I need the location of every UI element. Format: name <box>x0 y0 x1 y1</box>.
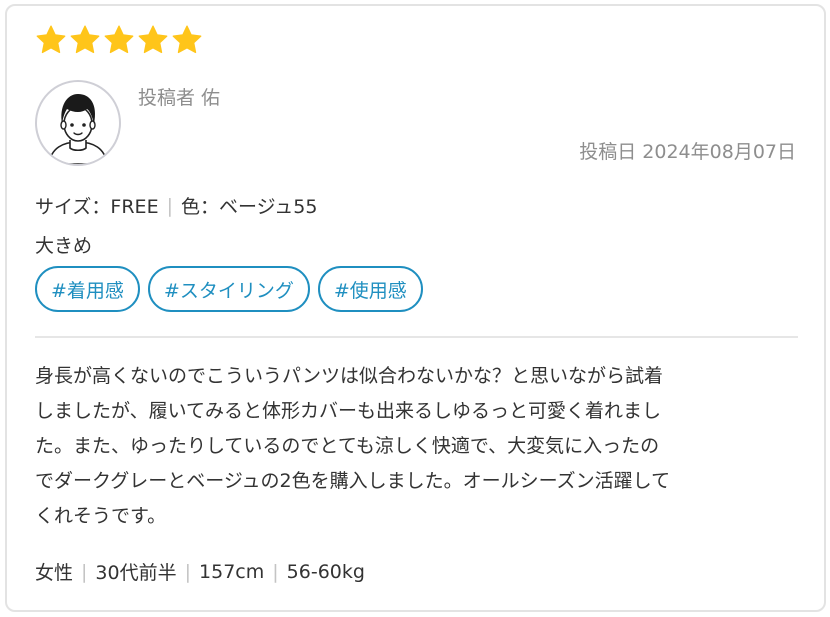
profile-gender: 女性 <box>35 562 74 584</box>
purchase-attributes: サイズ：FREE | 色：ベージュ55 <box>35 192 317 219</box>
profile-weight: 56-60kg <box>286 560 365 583</box>
review-body-line: 身長が高くないのでこういうパンツは似合わないかな？と思いながら試着 <box>35 365 663 387</box>
review-body-line: でダークグレーとベージュの2色を購入しました。オールシーズン活躍して <box>35 470 671 492</box>
separator: | <box>166 194 173 217</box>
review-body-line: くれそうです。 <box>35 505 167 527</box>
star-icon <box>104 25 134 54</box>
reviewer-avatar <box>35 80 121 166</box>
tag-chip[interactable]: #使用感 <box>317 266 423 312</box>
star-icon <box>138 25 168 54</box>
separator: | <box>272 560 279 583</box>
tag-chip[interactable]: #スタイリング <box>147 266 310 312</box>
profile-height: 157cm <box>199 560 265 583</box>
review-body-line: た。また、ゆったりしているのでとても涼しく快適で、大変気に入ったの <box>35 435 660 457</box>
separator: | <box>81 560 88 583</box>
star-icon <box>70 25 100 54</box>
tag-list: #着用感 #スタイリング #使用感 <box>35 266 423 312</box>
star-icon <box>172 25 202 54</box>
review-body-line: しましたが、履いてみると体形カバーも出来るしゆるっと可愛く着れまし <box>35 400 662 422</box>
post-date: 投稿日 2024年08月07日 <box>579 141 796 163</box>
star-rating <box>35 24 203 56</box>
fit-rating: 大きめ <box>35 235 93 257</box>
review-card: 投稿者 佑 投稿日 2024年08月07日 サイズ：FREE | 色：ベージュ5… <box>5 4 826 612</box>
tag-chip[interactable]: #着用感 <box>35 266 140 312</box>
reviewer-profile: 女性 | 30代前半 | 157cm | 56-60kg <box>35 558 365 585</box>
review-body: 身長が高くないのでこういうパンツは似合わないかな？と思いながら試着 しましたが、… <box>35 359 780 534</box>
separator: | <box>184 560 192 583</box>
color-value: 色：ベージュ55 <box>180 196 318 218</box>
reviewer-name: 投稿者 佑 <box>138 87 221 109</box>
profile-age: 30代前半 <box>95 562 177 584</box>
divider <box>35 336 798 338</box>
user-avatar-icon <box>48 94 108 164</box>
star-icon <box>36 25 66 54</box>
size-value: サイズ：FREE <box>35 196 159 218</box>
